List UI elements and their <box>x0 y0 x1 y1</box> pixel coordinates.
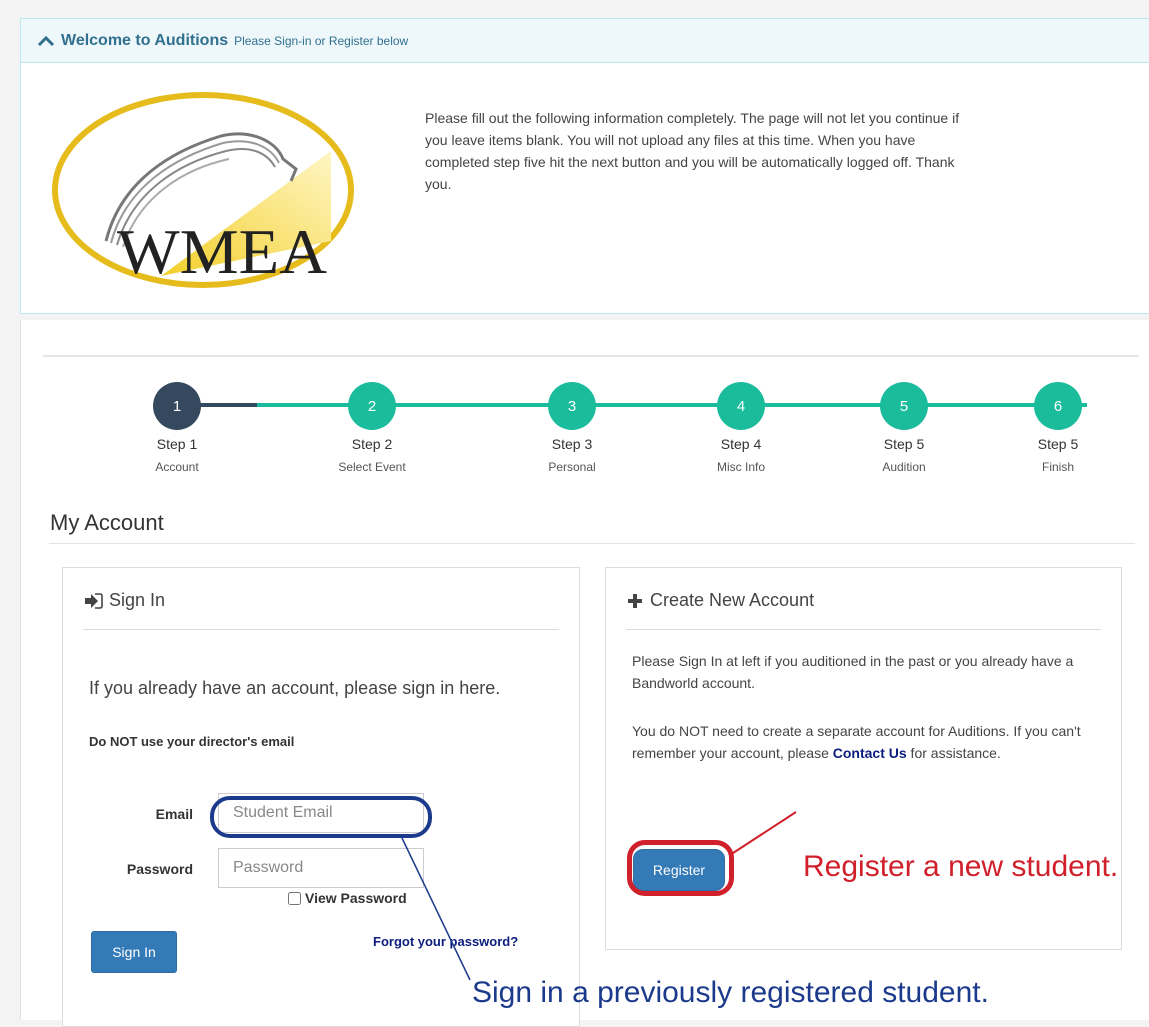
register-annotation-label: Register a new student. <box>803 850 1119 883</box>
